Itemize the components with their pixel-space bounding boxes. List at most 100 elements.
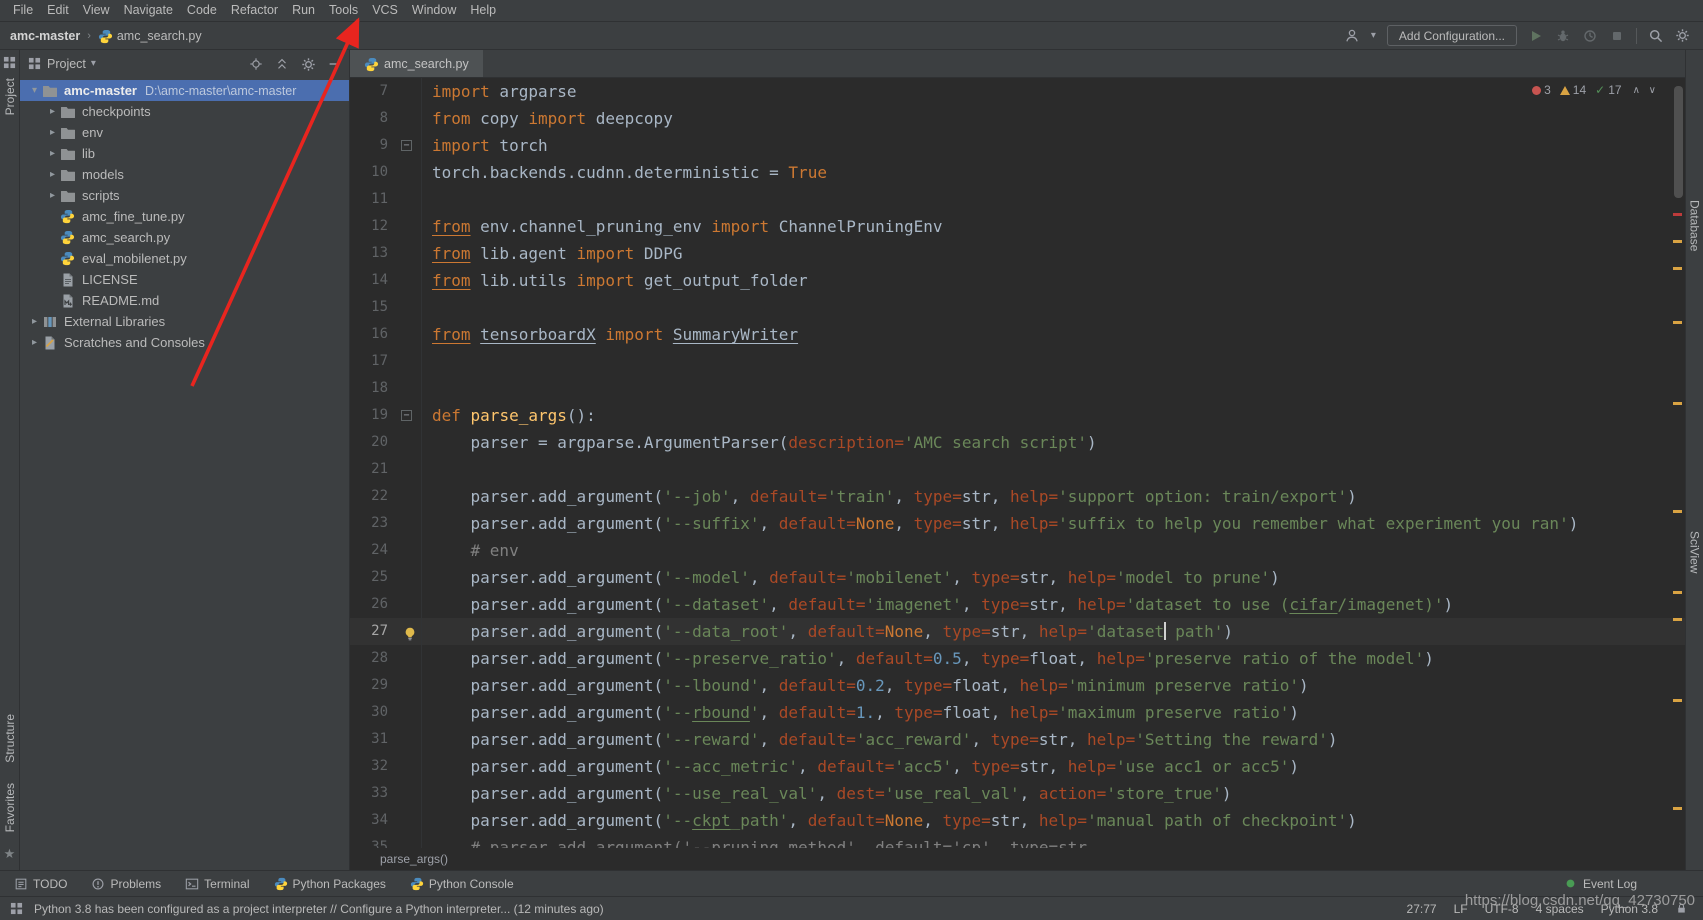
code-line-30[interactable]: 30 parser.add_argument('--rbound', defau… bbox=[350, 699, 1685, 726]
code-line-22[interactable]: 22 parser.add_argument('--job', default=… bbox=[350, 483, 1685, 510]
next-prev-problem-icons[interactable]: ∧ ∨ bbox=[1633, 85, 1659, 96]
tree-chevron-icon[interactable]: ▸ bbox=[46, 106, 59, 117]
lock-icon[interactable] bbox=[1675, 902, 1689, 916]
tree-chevron-icon[interactable]: ▸ bbox=[28, 316, 41, 327]
line-ending[interactable]: LF bbox=[1454, 902, 1468, 916]
intention-bulb-icon[interactable] bbox=[402, 623, 418, 639]
menu-file[interactable]: File bbox=[6, 0, 40, 21]
tree-chevron-icon[interactable]: ▸ bbox=[28, 337, 41, 348]
editor-breadcrumb[interactable]: parse_args() bbox=[380, 852, 448, 866]
panel-settings-icon[interactable] bbox=[301, 57, 315, 71]
menu-run[interactable]: Run bbox=[285, 0, 322, 21]
favorites-star-icon[interactable]: ★ bbox=[4, 846, 16, 862]
inspections-widget[interactable]: 3 14 ✓ 17 ∧ ∨ bbox=[1532, 83, 1659, 97]
locate-icon[interactable] bbox=[249, 57, 263, 71]
tree-chevron-icon[interactable]: ▸ bbox=[46, 169, 59, 180]
project-panel-title[interactable]: Project bbox=[47, 57, 86, 71]
debug-icon[interactable] bbox=[1555, 28, 1571, 44]
code-line-29[interactable]: 29 parser.add_argument('--lbound', defau… bbox=[350, 672, 1685, 699]
event-log-button[interactable]: Event Log bbox=[1564, 877, 1637, 891]
fold-marker-icon[interactable]: − bbox=[401, 410, 412, 421]
status-message[interactable]: Python 3.8 has been configured as a proj… bbox=[34, 902, 604, 916]
hide-panel-icon[interactable] bbox=[327, 57, 341, 71]
code-line-9[interactable]: 9−import torch bbox=[350, 132, 1685, 159]
tree-item-scripts[interactable]: ▸scripts bbox=[20, 185, 349, 206]
tree-item-amc-fine-tune-py[interactable]: amc_fine_tune.py bbox=[20, 206, 349, 227]
menu-tools[interactable]: Tools bbox=[322, 0, 365, 21]
indent-setting[interactable]: 4 spaces bbox=[1536, 902, 1584, 916]
tree-item-checkpoints[interactable]: ▸checkpoints bbox=[20, 101, 349, 122]
tool-window-button-structure[interactable]: Structure bbox=[3, 714, 17, 763]
menu-edit[interactable]: Edit bbox=[40, 0, 76, 21]
code-line-17[interactable]: 17 bbox=[350, 348, 1685, 375]
code-line-14[interactable]: 14from lib.utils import get_output_folde… bbox=[350, 267, 1685, 294]
code-line-7[interactable]: 7import argparse bbox=[350, 78, 1685, 105]
tree-chevron-icon[interactable]: ▾ bbox=[28, 85, 41, 96]
code-line-34[interactable]: 34 parser.add_argument('--ckpt_path', de… bbox=[350, 807, 1685, 834]
menu-window[interactable]: Window bbox=[405, 0, 463, 21]
tree-item-eval-mobilenet-py[interactable]: eval_mobilenet.py bbox=[20, 248, 349, 269]
error-stripe-rail[interactable] bbox=[1670, 78, 1685, 848]
tool-window-tab-todo[interactable]: TODO bbox=[14, 877, 67, 891]
code-line-28[interactable]: 28 parser.add_argument('--preserve_ratio… bbox=[350, 645, 1685, 672]
menu-help[interactable]: Help bbox=[463, 0, 503, 21]
chevron-down-icon[interactable]: ▾ bbox=[1371, 30, 1376, 41]
breadcrumb-file[interactable]: amc_search.py bbox=[98, 29, 202, 43]
quick-access-grid-icon[interactable] bbox=[10, 902, 24, 916]
tree-chevron-icon[interactable]: ▸ bbox=[46, 148, 59, 159]
code-line-35[interactable]: 35 # parser.add_argument('--pruning_meth… bbox=[350, 834, 1685, 848]
code-line-31[interactable]: 31 parser.add_argument('--reward', defau… bbox=[350, 726, 1685, 753]
menu-refactor[interactable]: Refactor bbox=[224, 0, 285, 21]
code-line-27[interactable]: 27 parser.add_argument('--data_root', de… bbox=[350, 618, 1685, 645]
search-everywhere-icon[interactable] bbox=[1648, 28, 1664, 44]
code-line-18[interactable]: 18 bbox=[350, 375, 1685, 402]
tree-item-models[interactable]: ▸models bbox=[20, 164, 349, 185]
tool-window-button-favorites[interactable]: Favorites bbox=[3, 783, 17, 832]
code-line-24[interactable]: 24 # env bbox=[350, 537, 1685, 564]
tool-window-tab-python-console[interactable]: Python Console bbox=[410, 877, 514, 891]
tool-window-tab-python-packages[interactable]: Python Packages bbox=[274, 877, 386, 891]
tree-item-lib[interactable]: ▸lib bbox=[20, 143, 349, 164]
tool-window-button-database[interactable]: Database bbox=[1688, 200, 1702, 251]
menu-view[interactable]: View bbox=[76, 0, 117, 21]
code-line-26[interactable]: 26 parser.add_argument('--dataset', defa… bbox=[350, 591, 1685, 618]
code-line-11[interactable]: 11 bbox=[350, 186, 1685, 213]
fold-marker-icon[interactable]: − bbox=[401, 140, 412, 151]
code-line-13[interactable]: 13from lib.agent import DDPG bbox=[350, 240, 1685, 267]
tree-item-readme-md[interactable]: README.md bbox=[20, 290, 349, 311]
tool-window-button-project[interactable]: Project bbox=[3, 78, 17, 115]
menu-vcs[interactable]: VCS bbox=[365, 0, 405, 21]
tree-chevron-icon[interactable]: ▸ bbox=[46, 127, 59, 138]
code-line-23[interactable]: 23 parser.add_argument('--suffix', defau… bbox=[350, 510, 1685, 537]
code-line-15[interactable]: 15 bbox=[350, 294, 1685, 321]
code-line-20[interactable]: 20 parser = argparse.ArgumentParser(desc… bbox=[350, 429, 1685, 456]
caret-position[interactable]: 27:77 bbox=[1407, 902, 1437, 916]
run-icon[interactable] bbox=[1528, 28, 1544, 44]
profile-icon[interactable] bbox=[1582, 28, 1598, 44]
code-line-16[interactable]: 16from tensorboardX import SummaryWriter bbox=[350, 321, 1685, 348]
code-line-10[interactable]: 10torch.backends.cudnn.deterministic = T… bbox=[350, 159, 1685, 186]
tree-item-env[interactable]: ▸env bbox=[20, 122, 349, 143]
code-line-8[interactable]: 8from copy import deepcopy bbox=[350, 105, 1685, 132]
menu-navigate[interactable]: Navigate bbox=[117, 0, 180, 21]
tree-item-amc-search-py[interactable]: amc_search.py bbox=[20, 227, 349, 248]
tool-window-button-sciview[interactable]: SciView bbox=[1688, 531, 1702, 573]
tree-item-license[interactable]: LICENSE bbox=[20, 269, 349, 290]
menu-code[interactable]: Code bbox=[180, 0, 224, 21]
chevron-down-icon[interactable]: ▾ bbox=[91, 58, 96, 69]
code-line-19[interactable]: 19−def parse_args(): bbox=[350, 402, 1685, 429]
tree-item-amc-master[interactable]: ▾amc-masterD:\amc-master\amc-master bbox=[20, 80, 349, 101]
scrollbar-thumb[interactable] bbox=[1674, 86, 1683, 198]
code-line-21[interactable]: 21 bbox=[350, 456, 1685, 483]
code-line-25[interactable]: 25 parser.add_argument('--model', defaul… bbox=[350, 564, 1685, 591]
tree-item-external-libraries[interactable]: ▸External Libraries bbox=[20, 311, 349, 332]
add-configuration-button[interactable]: Add Configuration... bbox=[1387, 25, 1517, 46]
tool-window-tab-terminal[interactable]: Terminal bbox=[185, 877, 249, 891]
breadcrumb-project[interactable]: amc-master bbox=[10, 29, 80, 43]
stop-icon[interactable] bbox=[1609, 28, 1625, 44]
file-encoding[interactable]: UTF-8 bbox=[1485, 902, 1519, 916]
tool-window-tab-problems[interactable]: Problems bbox=[91, 877, 161, 891]
tree-item-scratches-and-consoles[interactable]: ▸Scratches and Consoles bbox=[20, 332, 349, 353]
interpreter[interactable]: Python 3.8 bbox=[1601, 902, 1658, 916]
collapse-all-icon[interactable] bbox=[275, 57, 289, 71]
